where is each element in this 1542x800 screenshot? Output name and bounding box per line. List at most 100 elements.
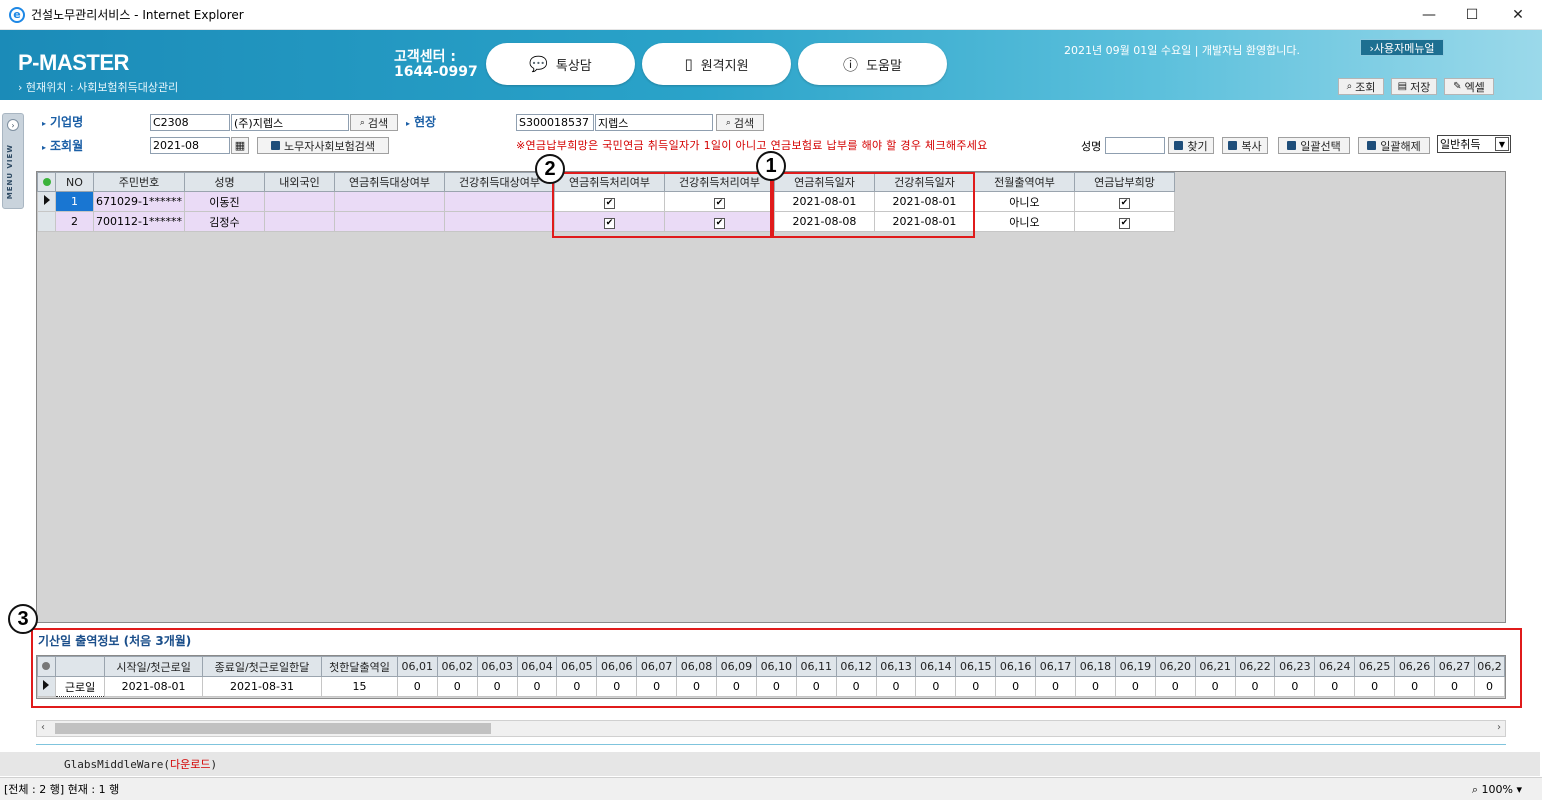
- site-label: ▸ 현장: [406, 115, 437, 129]
- header-banner: P-MASTER › 현재위치 : 사회보험취득대상관리 고객센터 : 1644…: [0, 30, 1542, 100]
- chevron-down-icon: ▼: [1495, 137, 1509, 151]
- middleware-close-paren: ): [210, 757, 218, 771]
- site-name-input[interactable]: 지렙스: [595, 114, 713, 131]
- breadcrumb: › 현재위치 : 사회보험취득대상관리: [18, 81, 179, 94]
- col-prev-month[interactable]: 전월출역여부: [973, 172, 1075, 192]
- arrow-box-icon: [1287, 141, 1297, 150]
- search-toolbar-button[interactable]: ⌕ 조회: [1338, 78, 1384, 95]
- zoom-value: 100%: [1481, 783, 1513, 796]
- scroll-thumb[interactable]: [55, 723, 491, 734]
- arrow-box-icon: [1174, 141, 1184, 150]
- col-no[interactable]: NO: [55, 172, 94, 192]
- middleware-download-link[interactable]: 다운로드: [170, 756, 210, 772]
- menu-view-label: MENU VIEW: [6, 144, 14, 200]
- cell-prev-month[interactable]: 아니오: [973, 191, 1075, 212]
- close-button[interactable]: ✕: [1495, 0, 1541, 30]
- user-manual-button[interactable]: ›사용자메뉴얼: [1360, 39, 1444, 56]
- month-label: ▸ 조회월: [42, 139, 84, 153]
- window-title: 건설노무관리서비스 - Internet Explorer: [31, 8, 244, 22]
- calendar-icon: ▦: [234, 139, 246, 152]
- cell-health-target[interactable]: [443, 191, 555, 212]
- status-bar: [전체 : 2 행] 현재 : 1 행 ⌕ 100% ▾: [0, 777, 1542, 800]
- col-rrn[interactable]: 주민번호: [93, 172, 185, 192]
- save-icon: ▤: [1397, 81, 1408, 92]
- help-button[interactable]: ⓘ 도움말: [798, 43, 947, 85]
- current-row-arrow-icon: [43, 195, 50, 205]
- col-name[interactable]: 성명: [183, 172, 265, 192]
- site-search-button[interactable]: ⌕ 검색: [716, 114, 764, 131]
- cell-foreign[interactable]: [263, 191, 335, 212]
- cell-name[interactable]: 이동진: [183, 191, 265, 212]
- excel-icon: ✎: [1453, 81, 1462, 92]
- status-dot-icon: [42, 177, 51, 186]
- annotation-badge-2: 2: [535, 154, 565, 184]
- magnifier-icon: ⌕: [359, 117, 365, 128]
- menu-view-tab[interactable]: › MENU VIEW: [2, 113, 24, 209]
- cell-name[interactable]: 김정수: [183, 211, 265, 232]
- site-code-input[interactable]: S300018537: [516, 114, 594, 131]
- zoom-icon: ⌕: [1471, 783, 1482, 796]
- cell-prev-month[interactable]: 아니오: [973, 211, 1075, 232]
- checkbox[interactable]: ✔: [1118, 217, 1130, 229]
- scroll-left-icon[interactable]: ‹: [41, 722, 45, 733]
- company-code-input[interactable]: C2308: [150, 114, 230, 131]
- name-input[interactable]: [1105, 137, 1165, 154]
- col-foreign[interactable]: 내외국인: [263, 172, 335, 192]
- company-label: ▸ 기업명: [42, 115, 84, 129]
- excel-toolbar-label: 엑셀: [1464, 80, 1485, 94]
- chat-bubble-icon: 💬: [529, 55, 548, 73]
- middleware-label: GlabsMiddleWare(: [64, 757, 170, 771]
- col-pension-pay[interactable]: 연금납부희망: [1073, 172, 1175, 192]
- arrow-box-icon: [270, 141, 280, 150]
- cell-pension-pay[interactable]: ✔: [1073, 211, 1175, 232]
- col-pension-target[interactable]: 연금취득대상여부: [333, 172, 445, 192]
- horizontal-scrollbar[interactable]: ‹ ›: [36, 720, 1506, 737]
- cell-health-target[interactable]: [443, 211, 555, 232]
- help-label: 도움말: [866, 58, 902, 74]
- checkbox[interactable]: ✔: [1118, 197, 1130, 209]
- acquisition-type-value: 일반취득: [1440, 138, 1481, 151]
- cell-pension-target[interactable]: [333, 211, 445, 232]
- cell-rrn[interactable]: 671029-1******: [93, 191, 185, 212]
- date-welcome: 2021년 09월 01일 수요일 | 개발자님 환영합니다.: [1064, 44, 1300, 57]
- remote-support-button[interactable]: ▯ 원격지원: [642, 43, 791, 85]
- find-button[interactable]: 찾기: [1168, 137, 1214, 154]
- row-indicator: [37, 191, 56, 212]
- select-all-button[interactable]: 일괄선택: [1278, 137, 1350, 154]
- chevron-right-icon: ›: [7, 119, 19, 131]
- deselect-all-button[interactable]: 일괄해제: [1358, 137, 1430, 154]
- cell-pension-pay[interactable]: ✔: [1073, 191, 1175, 212]
- excel-toolbar-button[interactable]: ✎ 엑셀: [1444, 78, 1494, 95]
- grid-status-header: [37, 172, 56, 192]
- annotation-box-1: [772, 172, 975, 238]
- cell-pension-target[interactable]: [333, 191, 445, 212]
- acquisition-type-select[interactable]: 일반취득 ▼: [1437, 135, 1511, 153]
- divider: [36, 744, 1506, 745]
- pension-notice: ※연금납부희망은 국민연금 취득일자가 1일이 아니고 연금보험료 납부를 해야…: [516, 139, 988, 152]
- chat-consult-button[interactable]: 💬 톡상담: [486, 43, 635, 85]
- month-input[interactable]: 2021-08: [150, 137, 230, 154]
- cell-foreign[interactable]: [263, 211, 335, 232]
- select-all-label: 일괄선택: [1300, 139, 1341, 153]
- magnifier-icon: ⌕: [1346, 81, 1353, 92]
- company-name-input[interactable]: (주)지렙스: [231, 114, 349, 131]
- maximize-button[interactable]: ☐: [1449, 0, 1495, 30]
- annotation-badge-1: 1: [756, 151, 786, 181]
- cell-no[interactable]: 1: [55, 191, 94, 212]
- question-circle-icon: ⓘ: [843, 55, 859, 74]
- copy-button[interactable]: 복사: [1222, 137, 1268, 154]
- mouse-icon: ▯: [684, 55, 693, 73]
- deselect-all-label: 일괄해제: [1380, 139, 1421, 153]
- minimize-button[interactable]: —: [1406, 0, 1452, 30]
- save-toolbar-button[interactable]: ▤ 저장: [1391, 78, 1437, 95]
- remote-support-label: 원격지원: [700, 58, 749, 74]
- worker-insurance-search-label: 노무자사회보험검색: [283, 139, 376, 153]
- company-search-button[interactable]: ⌕ 검색: [350, 114, 398, 131]
- cell-rrn[interactable]: 700112-1******: [93, 211, 185, 232]
- cell-no[interactable]: 2: [55, 211, 94, 232]
- calendar-button[interactable]: ▦: [231, 137, 249, 154]
- worker-insurance-search-button[interactable]: 노무자사회보험검색: [257, 137, 389, 154]
- zoom-control[interactable]: ⌕ 100% ▾: [1472, 783, 1522, 797]
- scroll-right-icon[interactable]: ›: [1497, 722, 1501, 733]
- row-indicator: [37, 211, 56, 232]
